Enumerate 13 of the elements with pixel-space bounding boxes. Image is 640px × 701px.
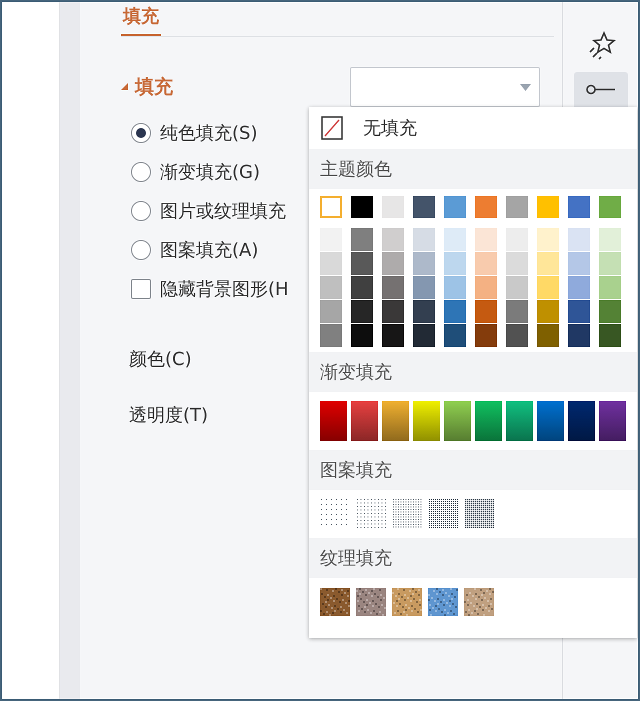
color-label: 颜色(C) [129, 348, 192, 371]
section-title: 填充 [135, 75, 173, 100]
option-label[interactable]: 纯色填充(S) [160, 121, 258, 145]
option-label[interactable]: 渐变填充(G) [160, 160, 260, 184]
section-header: 主题颜色 [309, 149, 637, 189]
transparency-label: 透明度(T) [129, 404, 208, 427]
no-fill-option[interactable]: 无填充 [309, 107, 637, 149]
option-label[interactable]: 图片或纹理填充 [160, 199, 286, 223]
section-header: 纹理填充 [309, 538, 637, 578]
section-header: 图案填充 [309, 450, 637, 490]
option-label[interactable]: 隐藏背景图形(H [160, 277, 289, 301]
section-header: 渐变填充 [309, 352, 637, 392]
option-label[interactable]: 图案填充(A) [160, 238, 258, 262]
